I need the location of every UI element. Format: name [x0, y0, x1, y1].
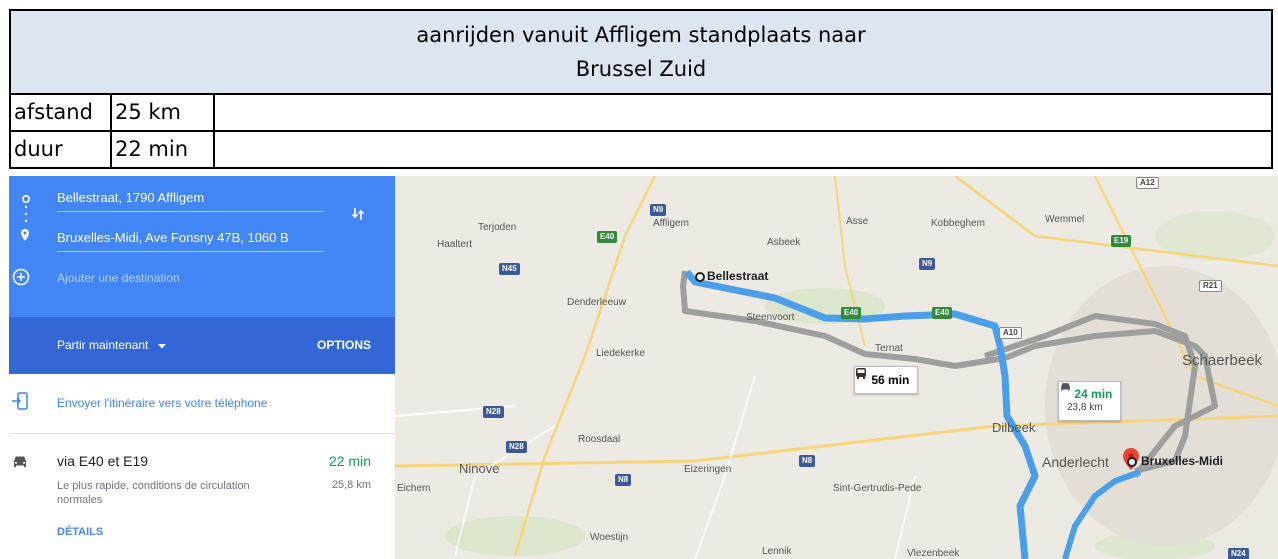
road-shield: A12: [1136, 177, 1159, 189]
car-icon: [11, 455, 29, 474]
origin-underline: [57, 211, 324, 212]
place-label: Ternat: [875, 343, 903, 354]
place-label: Ninove: [459, 461, 500, 476]
road-shield: N8: [799, 455, 816, 467]
place-label: Woestijn: [590, 532, 629, 543]
add-destination-input[interactable]: Ajouter une destination: [57, 271, 180, 285]
place-label: Asbeek: [767, 237, 801, 248]
place-label: Eichem: [397, 483, 431, 494]
destination-pin-icon: [19, 228, 31, 247]
directions-panel: Bellestraat, 1790 Affligem Bruxelles-Mid…: [9, 176, 395, 559]
details-link[interactable]: DÉTAILS: [57, 526, 103, 538]
sheet-cell-value[interactable]: 22 min: [112, 132, 215, 167]
place-label: Lennik: [762, 546, 792, 557]
place-label: Liedekerke: [596, 348, 645, 359]
place-label: Kobbeghem: [931, 218, 985, 229]
map-roads: [395, 176, 1278, 559]
route-time: 22 min: [328, 453, 371, 469]
sheet-row-distance: afstand 25 km: [9, 95, 1273, 132]
road-shield: N8: [615, 474, 632, 486]
place-label: Asse: [846, 216, 869, 227]
options-bar: Partir maintenant OPTIONS: [9, 317, 395, 374]
place-label: Terjoden: [478, 222, 517, 233]
place-label: Affligem: [653, 218, 689, 229]
destination-underline: [57, 251, 324, 252]
sheet-row-duration: duur 22 min: [9, 132, 1273, 169]
sheet-cell-label[interactable]: duur: [11, 132, 112, 167]
road-shield: A10: [999, 327, 1022, 339]
sheet-cell-label[interactable]: afstand: [11, 95, 112, 130]
place-label: Roosdaal: [578, 434, 621, 445]
road-shield: N9: [919, 258, 936, 270]
road-shield: E40: [841, 307, 862, 319]
place-label: Denderleeuw: [567, 297, 626, 308]
sheet-cell-empty[interactable]: [215, 132, 1271, 167]
place-label: Anderlecht: [1042, 454, 1109, 470]
options-button[interactable]: OPTIONS: [317, 338, 371, 352]
map-canvas[interactable]: Terjoden Affligem Asse Kobbeghem Wemmel …: [395, 176, 1278, 559]
road-shield: R21: [1199, 280, 1222, 292]
origin-input[interactable]: Bellestraat, 1790 Affligem: [57, 190, 204, 205]
add-destination-icon[interactable]: [12, 268, 30, 291]
place-label: Schaerbeek: [1182, 352, 1263, 369]
sheet-title-line1: aanrijden vanuit Affligem standplaats na…: [416, 23, 866, 47]
car-time-bubble[interactable]: 24 min 23,8 km: [1058, 381, 1122, 421]
road-shield: E19: [1111, 235, 1132, 247]
route-description: Le plus rapide, conditions de circulatio…: [57, 480, 250, 506]
sheet-title: aanrijden vanuit Affligem standplaats na…: [9, 9, 1273, 95]
place-label: Dilbeek: [992, 420, 1036, 435]
depart-now-label: Partir maintenant: [57, 338, 149, 352]
car-distance: 23,8 km: [1067, 402, 1103, 413]
route-dots-icon: [24, 204, 28, 231]
depart-now-button[interactable]: Partir maintenant: [57, 338, 166, 352]
send-to-phone-row[interactable]: Envoyer l'itinéraire vers votre téléphon…: [9, 374, 395, 434]
transit-time-bubble[interactable]: 56 min: [854, 366, 919, 394]
sheet-title-line2: Brussel Zuid: [575, 57, 707, 81]
sheet-cell-empty[interactable]: [215, 95, 1271, 130]
send-to-phone-icon: [12, 392, 28, 415]
destination-marker-label[interactable]: Bruxelles-Midi: [1141, 454, 1223, 468]
place-label: Haaltert: [437, 239, 473, 250]
place-label: Eizeringen: [684, 464, 732, 475]
transit-time: 56 min: [871, 373, 910, 387]
place-label: Vlezenbeek: [907, 548, 960, 559]
place-label: Sint-Gertrudis-Pede: [833, 483, 922, 494]
swap-icon[interactable]: [351, 206, 365, 227]
car-time: 24 min: [1074, 387, 1113, 401]
road-shield: E40: [597, 231, 618, 243]
destination-input[interactable]: Bruxelles-Midi, Ave Fonsny 47B, 1060 B: [57, 230, 289, 245]
road-shield: N28: [506, 441, 527, 453]
road-shield: N45: [499, 263, 520, 275]
route-via[interactable]: via E40 et E19: [57, 453, 148, 469]
send-to-phone-label: Envoyer l'itinéraire vers votre téléphon…: [57, 396, 268, 410]
route-distance: 25,8 km: [331, 479, 371, 491]
dropdown-caret-icon: [157, 338, 166, 352]
origin-marker-label[interactable]: Bellestraat: [707, 269, 768, 283]
sheet-cell-value[interactable]: 25 km: [112, 95, 215, 130]
place-label: Steenvoort: [746, 312, 795, 323]
road-shield: E40: [932, 307, 953, 319]
road-shield: N28: [483, 406, 504, 418]
road-shield: N24: [1228, 548, 1249, 559]
road-shield: N9: [650, 204, 667, 216]
place-label: Wemmel: [1045, 214, 1085, 225]
waypoints-section: Bellestraat, 1790 Affligem Bruxelles-Mid…: [9, 176, 395, 317]
